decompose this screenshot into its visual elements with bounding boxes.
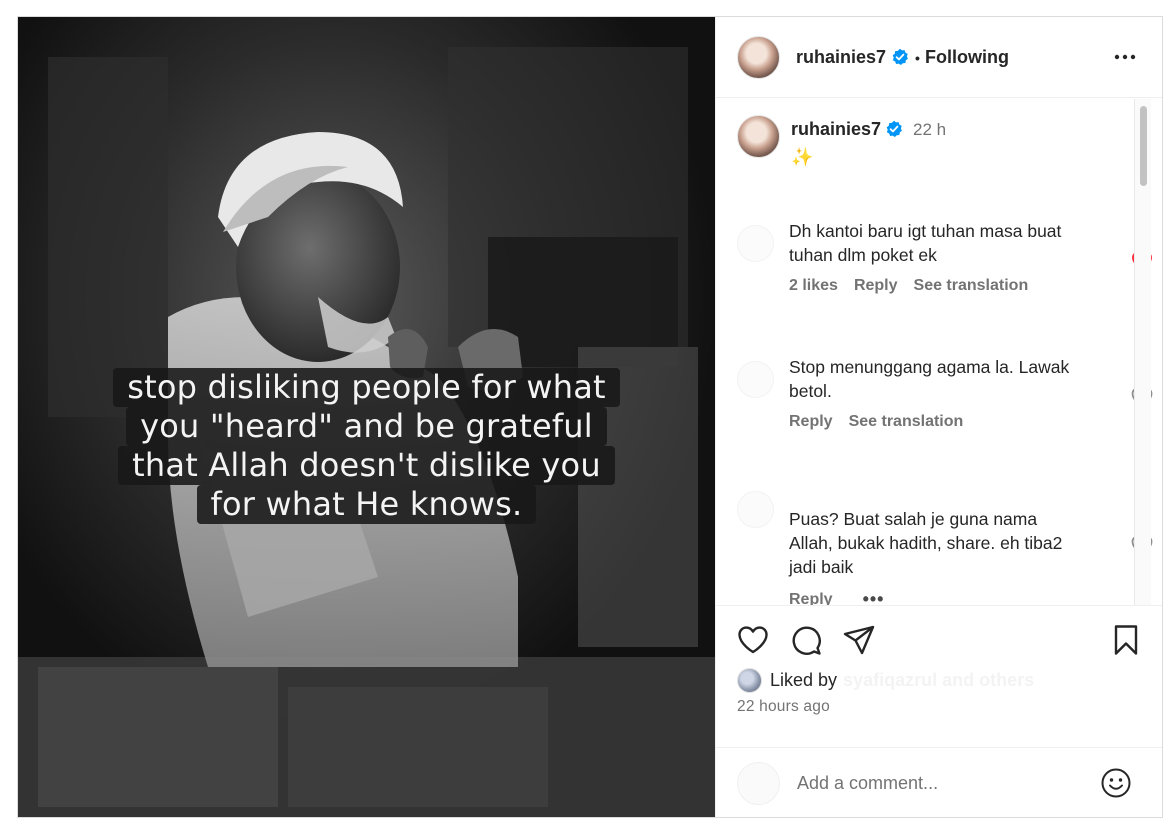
caption-author-line: ruhainies7 22 h xyxy=(791,119,946,140)
add-comment-bar xyxy=(716,747,1162,817)
author-info: ruhainies7 • Following xyxy=(796,47,1009,68)
overlay-line: stop disliking people for what xyxy=(113,368,620,407)
liked-by-label: Liked by xyxy=(770,670,838,690)
caption-text: ✨ xyxy=(791,147,814,167)
comment-icon[interactable] xyxy=(789,623,823,657)
share-icon[interactable] xyxy=(842,623,876,657)
post-actions: Liked by syafiqazrul and others 22 hours… xyxy=(716,605,1162,817)
reply-button[interactable]: Reply xyxy=(854,277,898,295)
post-timestamp[interactable]: 22 hours ago xyxy=(737,698,830,716)
following-button[interactable]: Following xyxy=(925,47,1009,67)
comment-item: Dh kantoi baru igt tuhan masa buat tuhan… xyxy=(789,219,1129,295)
commenter-avatar[interactable] xyxy=(737,361,774,398)
heart-icon[interactable] xyxy=(736,623,770,657)
more-options-icon[interactable] xyxy=(1113,49,1137,65)
add-comment-input[interactable] xyxy=(797,772,1087,794)
commenter-avatar[interactable] xyxy=(737,491,774,528)
commenter-avatar[interactable] xyxy=(737,225,774,262)
caption-timestamp[interactable]: 22 h xyxy=(913,120,946,139)
caption-author-username[interactable]: ruhainies7 xyxy=(791,119,881,139)
comments-list[interactable]: ruhainies7 22 h ✨ Dh kantoi baru igt tuh… xyxy=(716,99,1162,605)
caption-author-avatar[interactable] xyxy=(737,115,780,158)
liker-avatar[interactable] xyxy=(737,668,762,693)
comment-likes-count[interactable]: 2 likes xyxy=(789,277,838,295)
emoji-icon[interactable] xyxy=(1100,767,1132,799)
reply-button[interactable]: Reply xyxy=(789,591,833,606)
post-dialog: stop disliking people for what you "hear… xyxy=(17,16,1163,818)
comment-item: Stop menunggang agama la. Lawak betol. R… xyxy=(789,355,1129,431)
scrollbar-thumb[interactable] xyxy=(1140,106,1147,186)
bookmark-icon[interactable] xyxy=(1109,623,1143,657)
overlay-line: that Allah doesn't dislike you xyxy=(118,446,615,485)
verified-badge-icon xyxy=(892,48,908,65)
comment-item: Puas? Buat salah je guna nama Allah, buk… xyxy=(789,507,1129,605)
comment-actions: 2 likes Reply See translation xyxy=(789,277,1129,295)
separator-dot: • xyxy=(915,49,920,66)
liked-by-row: Liked by syafiqazrul and others xyxy=(737,668,1034,693)
comment-text: Puas? Buat salah je guna nama Allah, buk… xyxy=(789,509,1063,577)
comment-actions: Reply See translation xyxy=(789,413,1129,431)
reply-button[interactable]: Reply xyxy=(789,413,833,431)
author-username[interactable]: ruhainies7 xyxy=(796,47,886,67)
comment-more-options-icon[interactable]: ••• xyxy=(863,589,885,605)
overlay-line: you "heard" and be grateful xyxy=(126,407,607,446)
post-header: ruhainies7 • Following xyxy=(716,17,1162,98)
current-user-avatar xyxy=(737,761,780,805)
verified-badge-icon xyxy=(886,120,902,137)
see-translation-button[interactable]: See translation xyxy=(914,277,1029,295)
post-caption: ruhainies7 22 h ✨ xyxy=(737,113,1117,173)
image-text-overlay: stop disliking people for what you "hear… xyxy=(18,368,715,524)
post-image[interactable]: stop disliking people for what you "hear… xyxy=(18,17,715,817)
comment-actions: Reply ••• xyxy=(789,589,1129,605)
see-translation-button[interactable]: See translation xyxy=(849,413,964,431)
comments-scrollbar[interactable] xyxy=(1134,99,1151,605)
post-details-panel: ruhainies7 • Following ruhainies7 22 h ✨… xyxy=(715,17,1162,817)
overlay-line: for what He knows. xyxy=(196,485,537,524)
comment-text: Dh kantoi baru igt tuhan masa buat tuhan… xyxy=(789,221,1062,265)
comment-text: Stop menunggang agama la. Lawak betol. xyxy=(789,357,1070,401)
liked-by-names[interactable]: syafiqazrul and others xyxy=(843,670,1034,691)
author-avatar[interactable] xyxy=(737,35,780,79)
